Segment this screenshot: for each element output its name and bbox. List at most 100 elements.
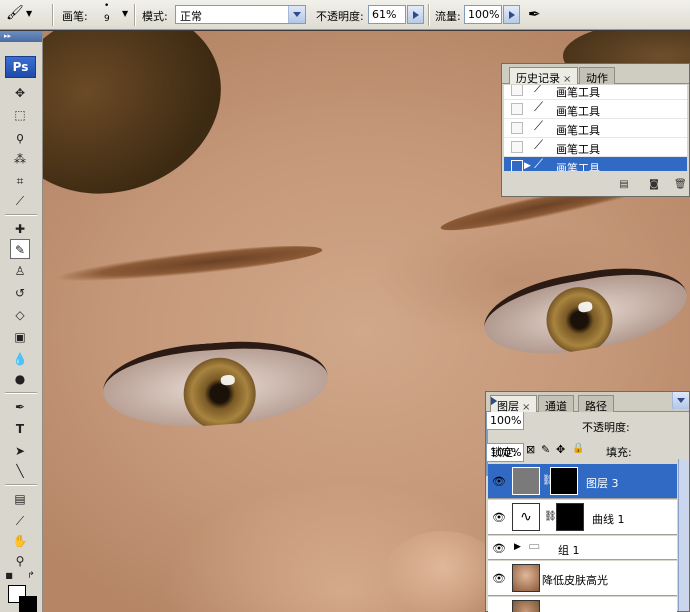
gradient-tool-icon[interactable]: ▣	[10, 327, 30, 347]
snapshot-icon[interactable]: ◙	[648, 180, 660, 190]
clone-stamp-tool-icon[interactable]: ♙	[10, 261, 30, 281]
eyedropper-tool-icon[interactable]: ⟋	[10, 511, 30, 531]
hand-tool-icon[interactable]: ✋	[10, 531, 30, 551]
dodge-tool-icon[interactable]: ●	[10, 369, 30, 389]
lasso-tool-icon[interactable]: ϙ	[10, 127, 30, 147]
notes-tool-icon[interactable]: ▤	[10, 489, 30, 509]
toolbox-header[interactable]: ▸▸	[0, 31, 42, 42]
eye-icon[interactable]: 👁	[492, 572, 506, 585]
history-item[interactable]: ⟋ 画笔工具	[504, 138, 687, 157]
lock-label: 锁定:	[491, 446, 517, 459]
lock-all-icon[interactable]: 🔒	[572, 443, 584, 454]
history-source-checkbox[interactable]	[511, 122, 523, 134]
layer-row[interactable]: 👁 ∿ ⛓ 曲线 1	[488, 500, 677, 535]
brush-tool-icon[interactable]: ✎	[10, 239, 30, 259]
tool-preset-dropdown-icon[interactable]: ▼	[26, 9, 32, 18]
brush-size-readout[interactable]: 9	[104, 14, 110, 24]
airbrush-icon[interactable]: ✒	[528, 5, 541, 23]
new-document-from-state-icon[interactable]: ▤	[618, 180, 630, 190]
zoom-tool-icon[interactable]: ⚲	[10, 551, 30, 571]
layer-mask-thumbnail	[550, 467, 578, 495]
history-source-checkbox[interactable]	[511, 85, 523, 96]
pen-tool-icon[interactable]: ✒	[10, 397, 30, 417]
opacity-slider-button[interactable]	[407, 5, 424, 24]
background-color-swatch[interactable]	[19, 596, 37, 612]
close-icon[interactable]: ×	[563, 74, 571, 85]
tab-history[interactable]: 历史记录 ×	[509, 67, 579, 85]
ps-logo[interactable]: Ps	[5, 56, 36, 78]
history-item-label: 画笔工具	[556, 162, 600, 171]
toolbox-separator	[5, 214, 37, 216]
link-chain-icon[interactable]: ⛓	[544, 511, 557, 522]
layers-scrollbar[interactable]	[678, 459, 689, 611]
layer-name: 降低皮肤高光	[542, 574, 608, 587]
history-source-checkbox[interactable]	[511, 103, 523, 115]
line-tool-icon[interactable]: ╲	[10, 461, 30, 481]
options-bar: 🖌 ▼ 画笔: • 9 ▼ 模式: 正常 不透明度: 61% 流量: 100% …	[0, 0, 690, 30]
photo-eye-glint	[220, 374, 236, 386]
history-item[interactable]: ⟋ 画笔工具	[504, 119, 687, 138]
swap-colors-icon[interactable]: ↱	[26, 571, 36, 581]
flow-slider-button[interactable]	[503, 5, 520, 24]
layer-opacity-slider-button[interactable]	[486, 429, 488, 444]
brush-tool-icon[interactable]: 🖌	[6, 5, 24, 21]
brush-icon: ⟋	[534, 119, 544, 134]
magic-wand-tool-icon[interactable]: ⁂	[10, 149, 30, 169]
close-icon[interactable]: ×	[522, 402, 530, 413]
brush-label: 画笔:	[62, 10, 88, 23]
history-source-checkbox[interactable]	[511, 141, 523, 153]
blur-tool-icon[interactable]: 💧	[10, 349, 30, 369]
healing-brush-tool-icon[interactable]: ✚	[10, 219, 30, 239]
flow-input[interactable]: 100%	[464, 5, 502, 24]
eye-icon[interactable]: 👁	[492, 542, 506, 555]
chevron-down-icon[interactable]	[288, 6, 305, 23]
default-colors-icon[interactable]: ■	[4, 571, 14, 581]
tab-layers[interactable]: 图层 ×	[490, 395, 538, 413]
history-item[interactable]: ⟋ 画笔工具	[504, 100, 687, 119]
slice-tool-icon[interactable]: ⟋	[10, 191, 30, 211]
eraser-tool-icon[interactable]: ◇	[10, 305, 30, 325]
brush-picker-arrow-icon[interactable]: ▼	[122, 9, 128, 18]
history-list: ⟋ 画笔工具 ⟋ 画笔工具 ⟋ 画笔工具 ⟋ 画笔工具 ▶ ⟋ 画笔工具	[504, 85, 687, 171]
tab-paths[interactable]: 路径	[578, 395, 614, 413]
mode-select[interactable]: 正常	[175, 5, 306, 24]
history-brush-tool-icon[interactable]: ↺	[10, 283, 30, 303]
layer-row[interactable]: 👁 降低皮肤高光	[488, 561, 677, 596]
toolbox: ▸▸ Ps ✥ ⬚ ϙ ⁂ ⌗ ⟋ ✚ ✎ ♙ ↺ ◇ ▣ 💧 ● ✒ T ➤ …	[0, 31, 43, 612]
lock-transparency-icon[interactable]: ⊠	[526, 443, 535, 456]
layer-thumbnail	[512, 564, 540, 592]
history-source-checkbox[interactable]	[511, 160, 523, 171]
flow-label: 流量:	[435, 10, 461, 23]
layer-row-selected[interactable]: 👁 ⛓ 图层 3	[488, 464, 677, 499]
layer-group-row[interactable]: 👁 ▶ ▭ 组 1	[488, 536, 677, 560]
brush-dot-icon[interactable]: •	[104, 1, 109, 11]
type-tool-icon[interactable]: T	[10, 419, 30, 439]
eye-icon[interactable]: 👁	[492, 475, 506, 488]
history-item[interactable]: ⟋ 画笔工具	[504, 85, 687, 100]
curves-adjustment-icon: ∿	[512, 503, 540, 531]
marquee-tool-icon[interactable]: ⬚	[10, 105, 30, 125]
path-selection-tool-icon[interactable]: ➤	[10, 441, 30, 461]
move-tool-icon[interactable]: ✥	[10, 83, 30, 103]
toolbox-separator	[5, 484, 37, 486]
tab-actions[interactable]: 动作	[579, 67, 615, 85]
layer-name: 组 1	[558, 544, 580, 557]
history-item-label: 画笔工具	[556, 86, 600, 99]
mode-value: 正常	[180, 10, 202, 23]
layers-panel: 图层× 通道 路径 ▸≡ 柔光 不透明度: 100% 锁定: ⊠ ✎ ✥ 🔒 填…	[485, 391, 690, 612]
tab-channels[interactable]: 通道	[538, 395, 574, 413]
history-panel-tabs: 历史记录 × 动作	[502, 64, 689, 85]
expand-triangle-icon[interactable]: ▶	[514, 542, 521, 552]
layer-row[interactable]	[488, 597, 677, 612]
opacity-input[interactable]: 61%	[368, 5, 406, 24]
eye-icon[interactable]: 👁	[492, 511, 506, 524]
lock-image-icon[interactable]: ✎	[541, 443, 550, 456]
fill-label: 填充:	[606, 446, 632, 459]
history-item-selected[interactable]: ▶ ⟋ 画笔工具	[504, 157, 687, 171]
lock-position-icon[interactable]: ✥	[556, 443, 565, 456]
chevron-down-icon[interactable]	[672, 392, 689, 409]
trash-icon[interactable]: 🗑	[674, 180, 687, 190]
layer-thumbnail	[512, 467, 540, 495]
crop-tool-icon[interactable]: ⌗	[10, 171, 30, 191]
separator	[52, 4, 54, 26]
